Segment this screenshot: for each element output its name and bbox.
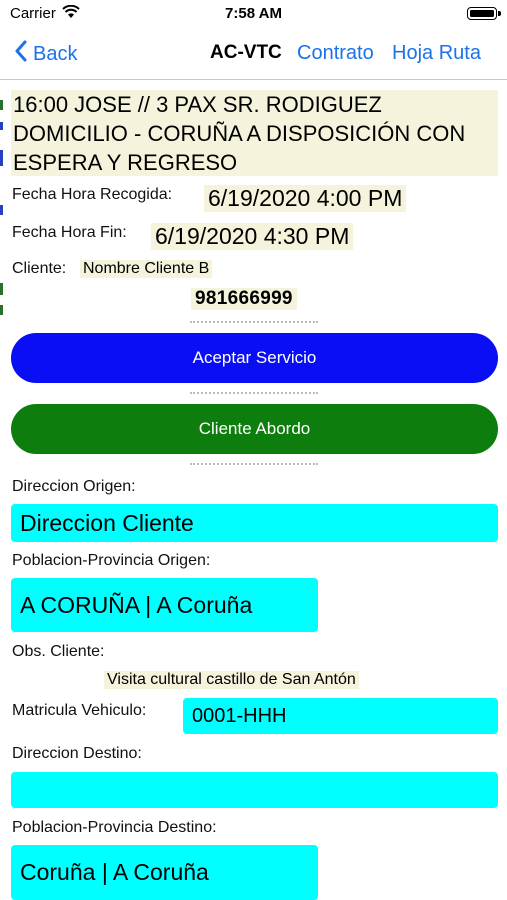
matricula-field[interactable]: 0001-HHH bbox=[183, 698, 498, 734]
service-title-line: DOMICILIO - CORUÑA A DISPOSICIÓN CON bbox=[13, 121, 466, 146]
edge-mark bbox=[0, 122, 3, 130]
cliente-label: Cliente: bbox=[12, 260, 67, 277]
status-bar: Carrier 7:58 AM bbox=[0, 0, 507, 28]
back-label: Back bbox=[33, 42, 78, 65]
fecha-recogida-value: 6/19/2020 4:00 PM bbox=[204, 185, 407, 212]
service-title: 16:00 JOSE // 3 PAX SR. RODIGUEZ DOMICIL… bbox=[11, 90, 498, 176]
battery-icon bbox=[467, 7, 501, 20]
cliente-abordo-button[interactable]: Cliente Abordo bbox=[11, 404, 498, 454]
pob-destino-label: Poblacion-Provincia Destino: bbox=[12, 819, 217, 836]
service-title-line: ESPERA Y REGRESO bbox=[13, 150, 238, 175]
dir-origen-label: Direccion Origen: bbox=[12, 478, 136, 495]
chevron-left-icon bbox=[14, 40, 27, 68]
fecha-fin-label: Fecha Hora Fin: bbox=[12, 224, 127, 241]
back-button[interactable]: Back bbox=[14, 40, 77, 68]
obs-cliente-label: Obs. Cliente: bbox=[12, 643, 105, 660]
edge-mark bbox=[0, 100, 3, 110]
dir-destino-label: Direccion Destino: bbox=[12, 745, 142, 762]
pob-origen-field[interactable]: A CORUÑA | A Coruña bbox=[11, 578, 318, 632]
obs-cliente-value: Visita cultural castillo de San Antón bbox=[104, 671, 359, 689]
dir-destino-field[interactable] bbox=[11, 772, 498, 808]
telefono-link[interactable]: 981666999 bbox=[191, 288, 297, 310]
aceptar-servicio-button[interactable]: Aceptar Servicio bbox=[11, 333, 498, 383]
edge-mark bbox=[0, 205, 3, 215]
fecha-recogida-label: Fecha Hora Recogida: bbox=[12, 186, 173, 203]
dir-origen-field[interactable]: Direccion Cliente bbox=[11, 504, 498, 542]
contrato-button[interactable]: Contrato bbox=[297, 42, 374, 65]
page-title: AC-VTC bbox=[210, 42, 282, 63]
edge-mark bbox=[0, 305, 3, 315]
navigation-bar: Back AC-VTC Contrato Hoja Ruta bbox=[0, 28, 507, 80]
divider bbox=[190, 321, 318, 323]
pob-destino-field[interactable]: Coruña | A Coruña bbox=[11, 845, 318, 900]
edge-mark bbox=[0, 283, 3, 295]
hoja-ruta-button[interactable]: Hoja Ruta bbox=[392, 42, 481, 65]
pob-origen-label: Poblacion-Provincia Origen: bbox=[12, 552, 211, 569]
edge-mark bbox=[0, 150, 3, 166]
matricula-label: Matricula Vehiculo: bbox=[12, 702, 147, 719]
divider bbox=[190, 463, 318, 465]
fecha-fin-value: 6/19/2020 4:30 PM bbox=[151, 223, 354, 250]
divider bbox=[190, 392, 318, 394]
cliente-value: Nombre Cliente B bbox=[80, 260, 213, 278]
service-title-line: 16:00 JOSE // 3 PAX SR. RODIGUEZ bbox=[13, 92, 382, 117]
clock: 7:58 AM bbox=[225, 5, 282, 22]
